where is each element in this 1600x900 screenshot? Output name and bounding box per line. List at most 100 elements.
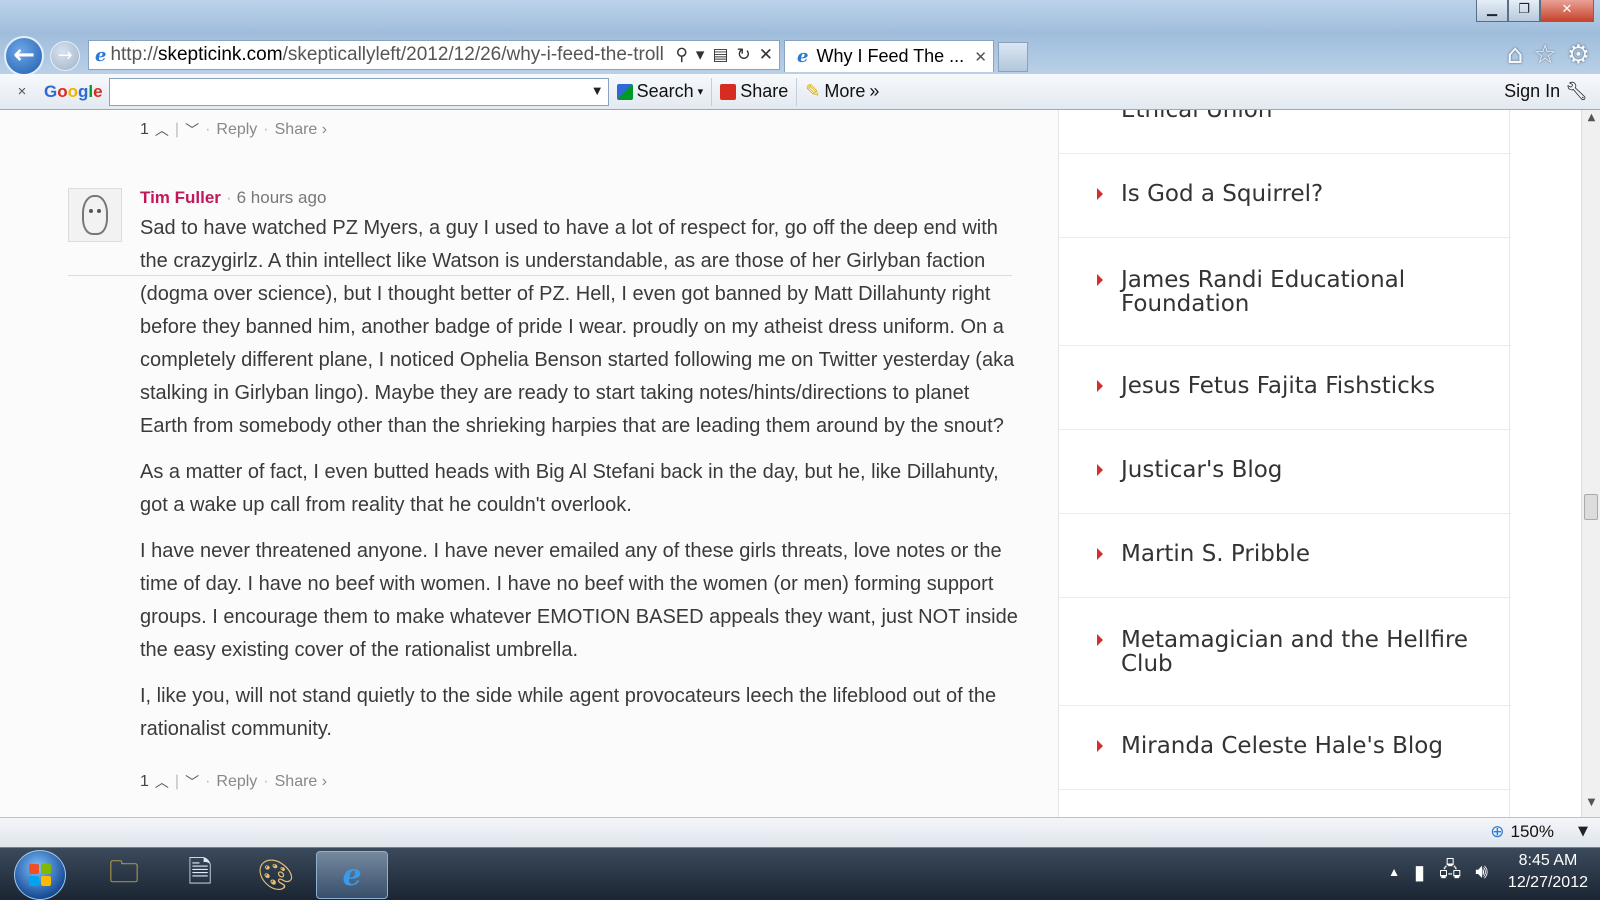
scroll-down-icon[interactable]: ▼	[1582, 797, 1600, 815]
vote-count: 1	[140, 121, 149, 138]
ie-page-icon: e	[95, 44, 107, 66]
blogroll-item[interactable]: Miranda Celeste Hale's Blog	[1059, 706, 1511, 790]
blogroll-link[interactable]: Justicar's Blog	[1121, 458, 1481, 482]
blogroll-link[interactable]: Martin S. Pribble	[1121, 542, 1481, 566]
address-bar[interactable]: e http://skepticink.com/skepticallyleft/…	[88, 40, 780, 70]
bullet-arrow-icon	[1097, 740, 1103, 752]
share-button[interactable]: Share	[712, 77, 798, 106]
downvote-icon[interactable]: ﹀	[185, 120, 199, 140]
system-tray: ▲ ▮ 🖧︎ 🔊︎ 8:45 AM 12/27/2012	[1388, 850, 1588, 894]
palette-icon: 🎨︎	[256, 857, 296, 893]
volume-icon[interactable]: 🔊︎	[1475, 861, 1488, 884]
share-link[interactable]: Share ›	[275, 121, 327, 139]
more-button[interactable]: ✎ More»	[797, 78, 887, 106]
wrench-icon: 🔧︎	[1565, 81, 1588, 101]
blogroll-link[interactable]: James Randi Educational Foundation	[1121, 268, 1481, 316]
windows-logo-icon	[29, 864, 51, 886]
scroll-up-icon[interactable]: ▲	[1582, 112, 1600, 130]
upvote-icon[interactable]: ︿	[155, 772, 169, 792]
back-button[interactable]: ←	[4, 36, 44, 76]
browser-titlebar: ▁ ❐ ✕ ← → e http://skepticink.com/skepti…	[0, 0, 1600, 76]
blogroll-link[interactable]: Miranda Celeste Hale's Blog	[1121, 734, 1481, 758]
blogroll-item[interactable]: Justicar's Blog	[1059, 430, 1511, 514]
internet-explorer-icon: e	[342, 857, 362, 893]
bullet-arrow-icon	[1097, 274, 1103, 286]
clock[interactable]: 8:45 AM 12/27/2012	[1508, 850, 1588, 894]
tab-close-icon[interactable]: ✕	[974, 48, 987, 66]
blogroll-item[interactable]: Martin S. Pribble	[1059, 514, 1511, 598]
blogroll-link[interactable]: Is God a Squirrel?	[1121, 182, 1481, 206]
comment-body: Sad to have watched PZ Myers, a guy I us…	[140, 212, 1020, 759]
show-hidden-icons-icon[interactable]: ▲	[1388, 865, 1400, 879]
window-controls: ▁ ❐ ✕	[1476, 0, 1594, 22]
google-logo: Google	[44, 81, 103, 101]
page-viewport: 1 ︿ | ﹀ · Reply · Share › Tim Fuller · 6 h…	[0, 110, 1581, 817]
search-icon[interactable]: ⚲	[675, 45, 687, 65]
gear-icon[interactable]: ⚙	[1567, 40, 1590, 70]
blogroll-link[interactable]: Metamagician and the Hellfire Club	[1121, 628, 1481, 676]
home-icon[interactable]: ⌂	[1507, 40, 1524, 70]
comment-paragraph: I, like you, will not stand quietly to t…	[140, 685, 997, 740]
minimize-button[interactable]: ▁	[1476, 0, 1508, 22]
blogroll-sidebar: Ethical Union Is God a Squirrel? James R…	[1058, 110, 1511, 817]
bullet-arrow-icon	[1097, 464, 1103, 476]
sign-in-button[interactable]: Sign In 🔧︎	[1504, 81, 1600, 102]
blogroll-item[interactable]: Is God a Squirrel?	[1059, 154, 1511, 238]
zoom-dropdown-icon[interactable]: ▼	[1578, 824, 1588, 839]
ie-taskbar-button[interactable]: e	[316, 851, 388, 899]
avatar[interactable]	[68, 188, 122, 242]
address-url[interactable]: http://skepticink.com/skepticallyleft/20…	[110, 44, 669, 66]
power-icon[interactable]: ▮	[1414, 860, 1425, 885]
comment-paragraph: As a matter of fact, I even butted heads…	[140, 461, 999, 516]
blogroll-link[interactable]: Jesus Fetus Fajita Fishsticks	[1121, 374, 1481, 398]
reply-link[interactable]: Reply	[216, 773, 257, 791]
network-icon[interactable]: 🖧︎	[1439, 855, 1461, 889]
dropdown-arrow-icon[interactable]: ▾	[696, 45, 705, 65]
bullet-arrow-icon	[1097, 188, 1103, 200]
scroll-thumb[interactable]	[1584, 494, 1598, 520]
google-search-input[interactable]: ▼	[108, 77, 609, 106]
restore-button[interactable]: ❐	[1508, 0, 1540, 22]
blogroll-item[interactable]: James Randi Educational Foundation	[1059, 238, 1511, 346]
folder-icon: 🗀	[109, 854, 139, 890]
explorer-taskbar-button[interactable]: 🗀	[88, 851, 160, 899]
comment-timestamp[interactable]: 6 hours ago	[237, 188, 327, 207]
blogroll-link[interactable]: Ethical Union	[1121, 110, 1481, 122]
back-arrow-icon: ←	[13, 40, 35, 70]
comment-author[interactable]: Tim Fuller	[140, 188, 221, 207]
status-bar: ⊕ 150% ▼	[0, 817, 1600, 847]
share-link[interactable]: Share ›	[275, 773, 327, 791]
toolbar-close-icon[interactable]: ×	[0, 83, 44, 100]
document-icon: 🗎	[187, 854, 213, 890]
windows-taskbar: 🗀 🗎 🎨︎ e ▲ ▮ 🖧︎ 🔊︎ 8:45 AM 12/27/2012	[0, 847, 1600, 900]
refresh-icon[interactable]: ↻	[737, 45, 751, 65]
stop-icon[interactable]: ✕	[759, 45, 773, 65]
ie-tab-icon: e	[797, 46, 809, 67]
vertical-scrollbar[interactable]: ▲ ▼	[1581, 110, 1600, 817]
blogroll-item[interactable]: Jesus Fetus Fajita Fishsticks	[1059, 346, 1511, 430]
forward-button[interactable]: →	[50, 41, 80, 71]
prev-comment-actions: 1 ︿ | ﹀ · Reply · Share ›	[140, 120, 328, 140]
blogroll-item[interactable]: Metamagician and the Hellfire Club	[1059, 598, 1511, 706]
tab-active[interactable]: e Why I Feed The ... ✕	[784, 40, 994, 72]
google-toolbar: × Google ▼ Search ▾ Share ✎ More» Sign In…	[0, 74, 1600, 110]
compatibility-view-icon[interactable]: ▤	[712, 45, 728, 65]
zoom-level[interactable]: ⊕ 150%	[1490, 822, 1554, 842]
paint-taskbar-button[interactable]: 🎨︎	[240, 851, 312, 899]
search-dropdown-icon[interactable]: ▼	[591, 83, 604, 98]
comment-paragraph: Sad to have watched PZ Myers, a guy I us…	[140, 217, 1015, 437]
downvote-icon[interactable]: ﹀	[185, 772, 199, 792]
wordpad-taskbar-button[interactable]: 🗎	[164, 851, 236, 899]
close-button[interactable]: ✕	[1540, 0, 1594, 22]
comment-paragraph: I have never threatened anyone. I have n…	[140, 540, 1018, 661]
new-tab-button[interactable]	[998, 42, 1028, 72]
start-button[interactable]	[14, 850, 66, 900]
google-search-button[interactable]: Search ▾	[609, 77, 713, 106]
pencil-icon: ✎	[805, 81, 821, 101]
upvote-icon[interactable]: ︿	[155, 120, 169, 140]
favorites-star-icon[interactable]: ☆	[1533, 40, 1556, 70]
clock-date: 12/27/2012	[1507, 874, 1588, 891]
blogroll-item[interactable]: Ethical Union	[1059, 110, 1511, 154]
comments-section: 1 ︿ | ﹀ · Reply · Share › Tim Fuller · 6 h…	[0, 110, 1058, 817]
reply-link[interactable]: Reply	[216, 121, 257, 139]
